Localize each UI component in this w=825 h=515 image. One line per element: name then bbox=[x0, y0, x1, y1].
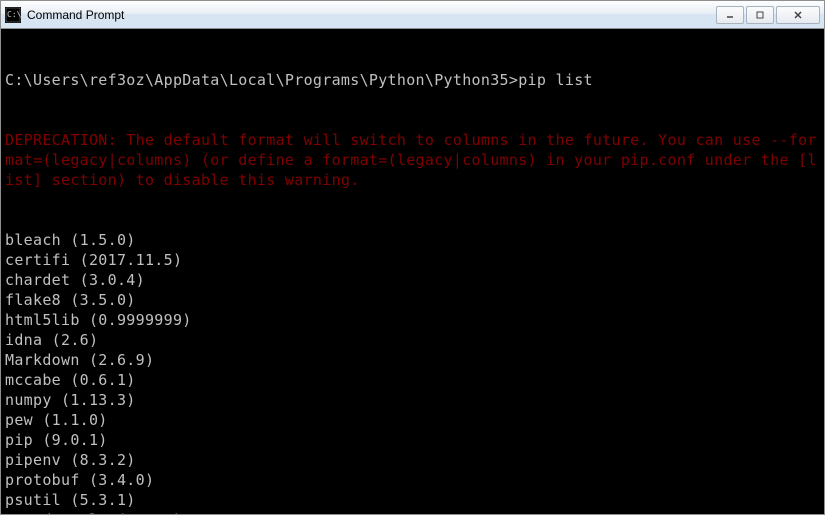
maximize-button[interactable] bbox=[746, 6, 774, 24]
command-text: pip list bbox=[518, 71, 593, 89]
package-line: mccabe (0.6.1) bbox=[5, 370, 820, 390]
package-line: psutil (5.3.1) bbox=[5, 490, 820, 510]
prompt-line: C:\Users\ref3oz\AppData\Local\Programs\P… bbox=[5, 70, 820, 90]
package-line: flake8 (3.5.0) bbox=[5, 290, 820, 310]
prompt-path: C:\Users\ref3oz\AppData\Local\Programs\P… bbox=[5, 71, 518, 89]
window-title: Command Prompt bbox=[27, 8, 716, 22]
window-controls bbox=[716, 6, 820, 24]
package-line: pipenv (8.3.2) bbox=[5, 450, 820, 470]
package-line: certifi (2017.11.5) bbox=[5, 250, 820, 270]
package-line: numpy (1.13.3) bbox=[5, 390, 820, 410]
minimize-button[interactable] bbox=[716, 6, 744, 24]
package-line: html5lib (0.9999999) bbox=[5, 310, 820, 330]
titlebar[interactable]: C:\ Command Prompt bbox=[1, 1, 824, 29]
close-button[interactable] bbox=[776, 6, 820, 24]
command-prompt-window: C:\ Command Prompt C:\Users\ref3oz\AppDa… bbox=[0, 0, 825, 515]
package-list: bleach (1.5.0)certifi (2017.11.5)chardet… bbox=[5, 230, 820, 514]
package-line: idna (2.6) bbox=[5, 330, 820, 350]
package-line: chardet (3.0.4) bbox=[5, 270, 820, 290]
terminal-body[interactable]: C:\Users\ref3oz\AppData\Local\Programs\P… bbox=[1, 29, 824, 514]
package-line: pip (9.0.1) bbox=[5, 430, 820, 450]
package-line: bleach (1.5.0) bbox=[5, 230, 820, 250]
cmd-icon: C:\ bbox=[5, 7, 21, 23]
deprecation-warning: DEPRECATION: The default format will swi… bbox=[5, 130, 820, 190]
package-line: Markdown (2.6.9) bbox=[5, 350, 820, 370]
package-line: pew (1.1.0) bbox=[5, 410, 820, 430]
package-line: protobuf (3.4.0) bbox=[5, 470, 820, 490]
package-line: pycodestyle (2.3.1) bbox=[5, 510, 820, 514]
svg-text:C:\: C:\ bbox=[7, 10, 21, 19]
